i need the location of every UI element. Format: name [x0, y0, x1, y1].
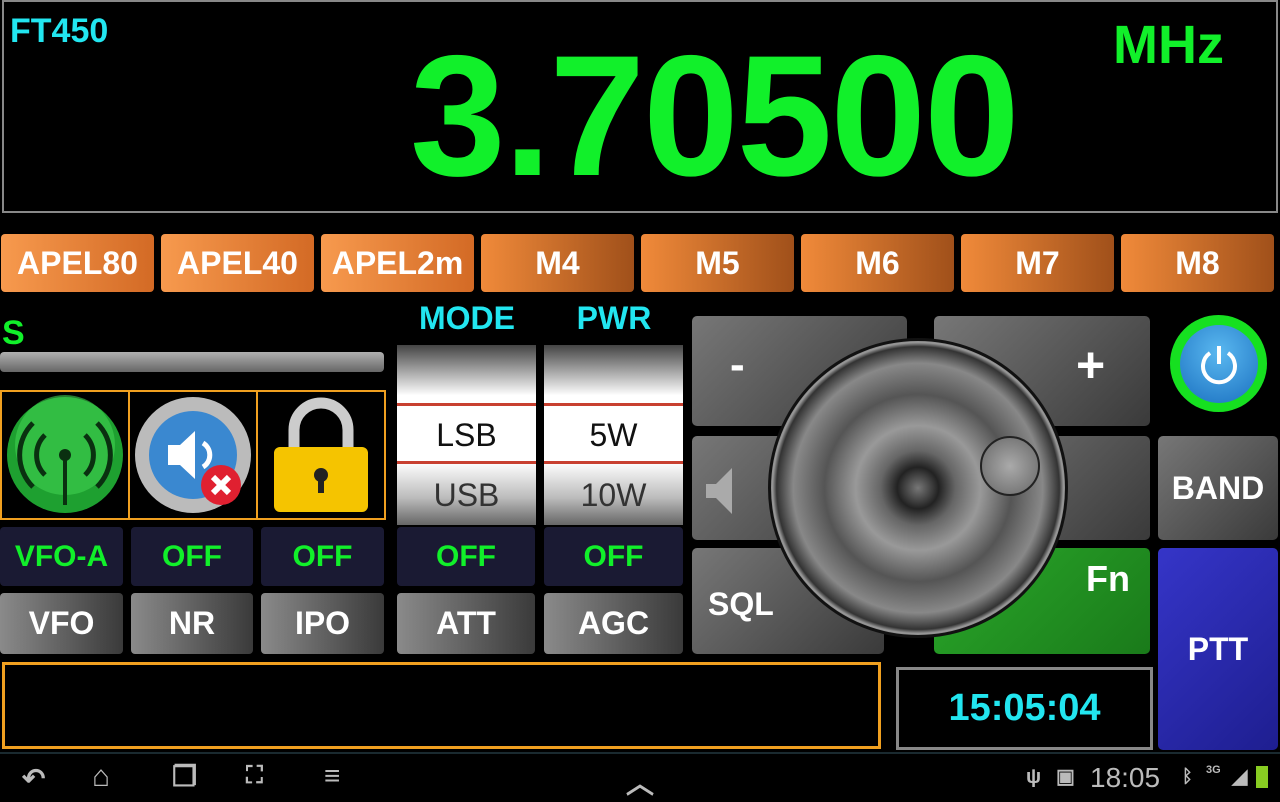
frequency-value[interactable]: 3.70500	[410, 30, 1020, 202]
speaker-mute-icon[interactable]	[130, 392, 258, 518]
icon-toggle-group	[0, 390, 386, 520]
att-button[interactable]: ATT	[397, 593, 535, 654]
s-meter-bar	[0, 352, 384, 372]
pwr-next[interactable]: 10W	[544, 477, 683, 514]
usb-icon: ψ	[1026, 766, 1042, 788]
sql-label: SQL	[708, 586, 774, 622]
nr-status: OFF	[131, 527, 253, 586]
menu-icon[interactable]: ≡	[324, 760, 340, 792]
band-button[interactable]: BAND	[1158, 436, 1278, 540]
memory-button-8[interactable]: M8	[1121, 234, 1274, 292]
att-status: OFF	[397, 527, 535, 586]
nr-button[interactable]: NR	[131, 593, 253, 654]
memory-button-7[interactable]: M7	[961, 234, 1114, 292]
mode-next[interactable]: USB	[397, 477, 536, 514]
vfo-button[interactable]: VFO	[0, 593, 123, 654]
expand-up-icon[interactable]: ︿	[626, 762, 654, 802]
ptt-button[interactable]: PTT	[1158, 548, 1278, 750]
picker-divider	[544, 403, 683, 406]
mode-selected: LSB	[436, 417, 497, 453]
radio-model: FT450	[10, 12, 109, 50]
lock-icon[interactable]	[258, 392, 384, 518]
clock-display: 15:05:04	[896, 667, 1153, 750]
antenna-icon[interactable]	[2, 392, 130, 518]
signal-icon: ◢	[1232, 766, 1248, 788]
battery-icon	[1256, 766, 1268, 788]
pwr-picker[interactable]: 5W 10W	[544, 345, 683, 525]
frequency-unit: MHz	[1113, 15, 1224, 75]
memory-button-5[interactable]: M5	[641, 234, 794, 292]
power-button[interactable]	[1170, 315, 1267, 412]
bluetooth-icon: ᛒ	[1182, 766, 1193, 786]
mode-picker[interactable]: LSB USB	[397, 345, 536, 525]
memory-button-2[interactable]: APEL40	[161, 234, 314, 292]
mode-label: MODE	[419, 300, 515, 336]
back-icon[interactable]: ↶	[22, 762, 45, 795]
s-meter-label: S	[2, 314, 25, 352]
minus-label: -	[730, 340, 745, 389]
android-nav-bar: ↶ ⌂ ❐ ⛶ ≡ ︿ ψ ▣ 18:05 ᛒ 3G ◢	[0, 752, 1280, 800]
memory-button-4[interactable]: M4	[481, 234, 634, 292]
network-type: 3G	[1206, 764, 1221, 776]
vfo-status: VFO-A	[0, 527, 123, 586]
picker-divider	[397, 403, 536, 406]
power-icon	[1200, 345, 1237, 384]
agc-status: OFF	[544, 527, 683, 586]
pwr-label: PWR	[576, 300, 652, 336]
screenshot-icon[interactable]: ⛶	[246, 762, 263, 790]
speaker-icon	[706, 468, 732, 514]
plus-label: +	[1076, 337, 1106, 393]
agc-button[interactable]: AGC	[544, 593, 683, 654]
picker-divider	[544, 461, 683, 464]
message-box	[2, 662, 881, 749]
recent-apps-icon[interactable]: ❐	[172, 760, 197, 793]
gallery-icon: ▣	[1056, 766, 1075, 788]
ipo-button[interactable]: IPO	[261, 593, 384, 654]
memory-button-6[interactable]: M6	[801, 234, 954, 292]
ipo-status: OFF	[261, 527, 384, 586]
memory-button-1[interactable]: APEL80	[1, 234, 154, 292]
status-time: 18:05	[1090, 762, 1161, 793]
pwr-selected: 5W	[589, 417, 638, 453]
memory-button-3[interactable]: APEL2m	[321, 234, 474, 292]
knob-grip[interactable]	[980, 436, 1040, 496]
fn-label: Fn	[1086, 558, 1130, 599]
picker-divider	[397, 461, 536, 464]
home-icon[interactable]: ⌂	[92, 760, 110, 794]
